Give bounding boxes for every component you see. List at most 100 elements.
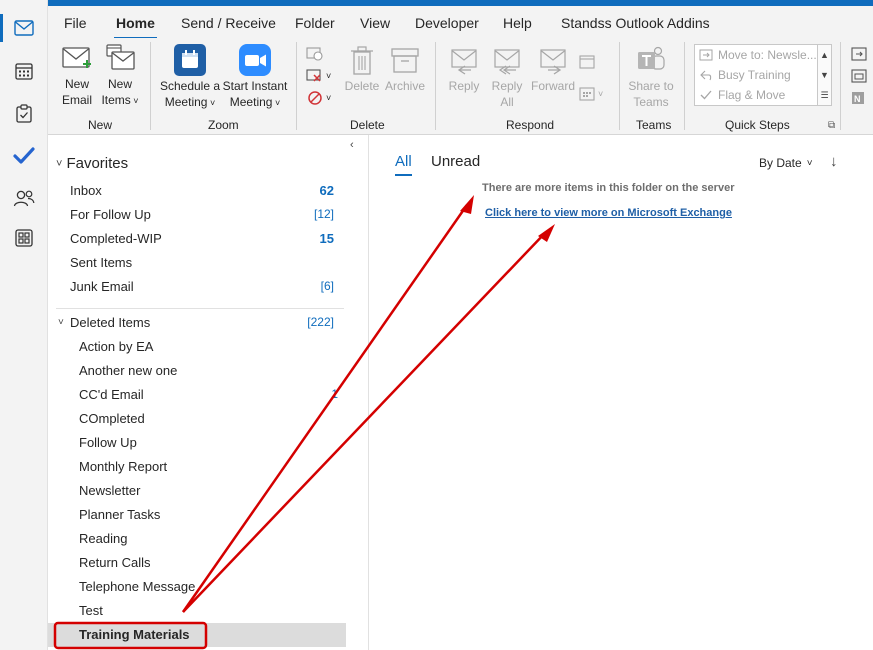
new-items-icon	[106, 44, 135, 70]
onenote-button[interactable]: N	[850, 88, 868, 108]
forward-icon	[540, 49, 566, 75]
share-teams-label-1: Share to	[628, 79, 674, 93]
tab-send-receive[interactable]: Send / Receive	[181, 15, 276, 31]
quick-step-label: Move to: Newsle...	[718, 48, 817, 62]
more-respond-button[interactable]: ˅	[578, 84, 603, 104]
expand-gallery-icon[interactable]: ☰	[817, 85, 831, 105]
reply-icon	[451, 49, 477, 75]
schedule-meeting-button[interactable]: Schedule a Meeting ˅	[158, 44, 222, 111]
filter-all-tab[interactable]: All	[395, 153, 412, 176]
nav-rail	[0, 0, 48, 650]
todo-check-icon[interactable]	[0, 135, 48, 175]
quick-step-busy-training[interactable]: Busy Training	[699, 68, 791, 82]
new-items-button[interactable]: New Items ˅	[100, 44, 140, 109]
folder-telephone-message[interactable]: Telephone Message	[48, 575, 346, 599]
new-email-button[interactable]: New Email	[58, 44, 96, 108]
junk-button[interactable]: ˅	[306, 88, 331, 108]
clean-up-button[interactable]: ˅	[306, 66, 331, 86]
folder-name: Training Materials	[79, 627, 190, 642]
share-teams-label-2: Teams	[633, 95, 669, 109]
group-label-quick-steps: Quick Steps	[725, 118, 790, 132]
ignore-icon	[306, 47, 323, 61]
folder-ccd-email[interactable]: CC'd Email 1	[48, 383, 346, 407]
meeting-reply-button[interactable]	[578, 52, 596, 72]
quick-step-move-to[interactable]: Move to: Newsle...	[699, 48, 817, 62]
share-to-teams-button[interactable]: Share to Teams	[626, 44, 676, 110]
folder-return-calls[interactable]: Return Calls	[48, 551, 346, 575]
sort-label: By Date	[759, 156, 802, 170]
tab-standss-addins[interactable]: Standss Outlook Addins	[561, 15, 710, 31]
folder-planner-tasks[interactable]: Planner Tasks	[48, 503, 346, 527]
group-label-respond: Respond	[506, 118, 555, 132]
collapse-pane-icon[interactable]: ‹	[350, 139, 354, 151]
move-folder-icon	[699, 49, 713, 61]
calendar-icon[interactable]	[0, 51, 48, 91]
schedule-label-1: Schedule a	[159, 79, 221, 93]
folder-pane: ‹ ˅ Favorites Inbox 62 For Follow Up [12…	[48, 135, 369, 650]
dialog-launcher-icon[interactable]: ⧉	[828, 120, 835, 131]
archive-button[interactable]: Archive	[384, 44, 426, 94]
folder-reading[interactable]: Reading	[48, 527, 346, 551]
rules-button[interactable]	[850, 66, 868, 86]
folder-for-follow-up[interactable]: For Follow Up [12]	[48, 203, 346, 227]
folder-monthly-report[interactable]: Monthly Report	[48, 455, 346, 479]
tasks-clipboard-icon[interactable]	[0, 93, 48, 133]
tab-folder[interactable]: Folder	[295, 15, 335, 31]
unread-count: 15	[319, 231, 334, 246]
forward-label: Forward	[530, 79, 575, 93]
reply-all-button[interactable]: Reply All	[488, 44, 526, 110]
delete-button[interactable]: Delete	[342, 44, 382, 94]
quick-step-label: Flag & Move	[718, 88, 786, 102]
folder-name: COmpleted	[79, 411, 145, 426]
reply-all-label-2: All	[500, 95, 514, 109]
sort-direction-arrow-icon[interactable]: ↓	[830, 153, 838, 170]
scroll-down-icon[interactable]: ▼	[817, 65, 831, 85]
quick-steps-gallery: Move to: Newsle... Busy Training Flag & …	[694, 44, 832, 106]
folder-completed-wip[interactable]: Completed-WIP 15	[48, 227, 346, 251]
favorites-header[interactable]: ˅ Favorites	[56, 155, 128, 172]
svg-text:N: N	[854, 94, 861, 104]
tab-help[interactable]: Help	[503, 15, 532, 31]
chevron-down-icon[interactable]: ˅	[58, 317, 64, 328]
folder-deleted-items[interactable]: ˅ Deleted Items [222]	[48, 311, 346, 335]
tab-file[interactable]: File	[64, 15, 87, 31]
folder-completed[interactable]: COmpleted	[48, 407, 346, 431]
folder-name: CC'd Email	[79, 387, 144, 402]
unread-count: 62	[319, 183, 334, 198]
view-more-on-exchange-link[interactable]: Click here to view more on Microsoft Exc…	[485, 207, 732, 219]
folder-name: Monthly Report	[79, 459, 168, 474]
instant-label-2: Meeting	[229, 95, 273, 109]
trash-icon	[351, 46, 373, 75]
sort-by-dropdown[interactable]: By Date ˅	[759, 156, 813, 170]
folder-junk-email[interactable]: Junk Email [6]	[48, 275, 346, 299]
reply-button[interactable]: Reply	[446, 44, 482, 94]
people-icon[interactable]	[0, 178, 48, 218]
folder-sent-items[interactable]: Sent Items	[48, 251, 346, 275]
archive-box-icon	[391, 48, 419, 73]
start-instant-meeting-button[interactable]: Start Instant Meeting ˅	[222, 44, 288, 111]
ignore-button[interactable]	[306, 44, 324, 64]
ribbon-tab-bar: File Home Send / Receive Folder View Dev…	[48, 6, 873, 40]
folder-newsletter[interactable]: Newsletter	[48, 479, 346, 503]
forward-button[interactable]: Forward	[530, 44, 576, 94]
tab-home[interactable]: Home	[114, 15, 157, 40]
folder-test[interactable]: Test	[48, 599, 346, 623]
folder-inbox[interactable]: Inbox 62	[48, 179, 346, 203]
folder-training-materials[interactable]: Training Materials	[48, 623, 346, 647]
mail-icon[interactable]	[0, 8, 48, 48]
tab-developer[interactable]: Developer	[415, 15, 479, 31]
folder-another-new-one[interactable]: Another new one	[48, 359, 346, 383]
scroll-up-icon[interactable]: ▲	[817, 45, 831, 65]
group-label-zoom: Zoom	[208, 118, 239, 132]
filter-unread-tab[interactable]: Unread	[431, 153, 480, 170]
move-button[interactable]	[850, 44, 868, 64]
quick-step-flag-move[interactable]: Flag & Move	[699, 88, 785, 102]
apps-grid-icon[interactable]	[0, 218, 48, 258]
item-count: [12]	[313, 207, 334, 221]
tab-view[interactable]: View	[360, 15, 390, 31]
folder-follow-up[interactable]: Follow Up	[48, 431, 346, 455]
chevron-down-icon: ˅	[806, 157, 813, 169]
folder-name: Planner Tasks	[79, 507, 161, 522]
folder-action-by-ea[interactable]: Action by EA	[48, 335, 346, 359]
folder-name: Return Calls	[79, 555, 151, 570]
